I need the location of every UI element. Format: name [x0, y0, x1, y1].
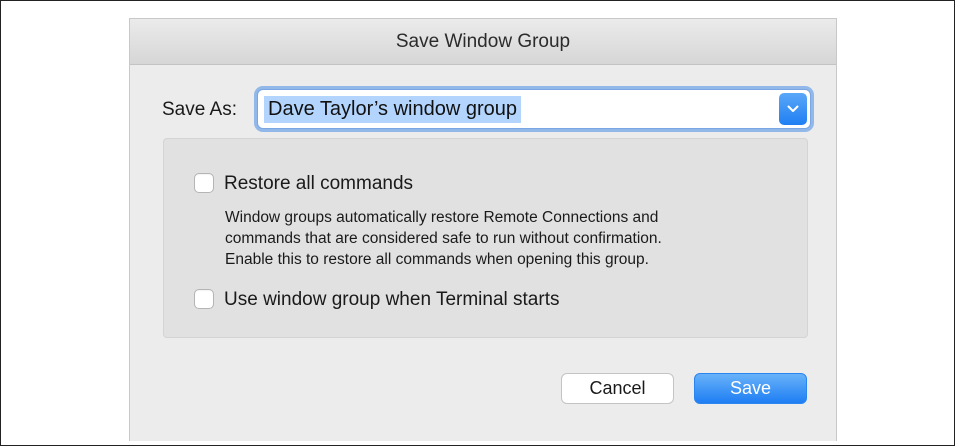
save-button[interactable]: Save: [694, 373, 807, 404]
save-window-group-dialog: Save Window Group Save As: Dave Taylor’s…: [129, 18, 837, 441]
dialog-title: Save Window Group: [130, 19, 836, 65]
save-as-input[interactable]: Dave Taylor’s window group: [264, 96, 522, 123]
save-as-combobox[interactable]: Dave Taylor’s window group: [257, 89, 811, 129]
save-as-label: Save As:: [162, 99, 237, 120]
cancel-button[interactable]: Cancel: [561, 373, 674, 404]
description-line: Enable this to restore all commands when…: [225, 251, 649, 268]
save-as-dropdown-button[interactable]: [779, 93, 807, 125]
use-on-start-label[interactable]: Use window group when Terminal starts: [224, 289, 559, 311]
description-line: Window groups automatically restore Remo…: [225, 209, 659, 226]
restore-all-commands-checkbox[interactable]: [194, 173, 214, 193]
description-line: commands that are considered safe to run…: [225, 230, 662, 247]
options-panel: Restore all commands Window groups autom…: [163, 138, 808, 338]
chevron-down-icon: [787, 105, 799, 112]
use-on-start-checkbox[interactable]: [194, 289, 214, 309]
restore-description: Window groups automatically restore Remo…: [225, 207, 795, 270]
restore-all-commands-label[interactable]: Restore all commands: [224, 173, 413, 195]
